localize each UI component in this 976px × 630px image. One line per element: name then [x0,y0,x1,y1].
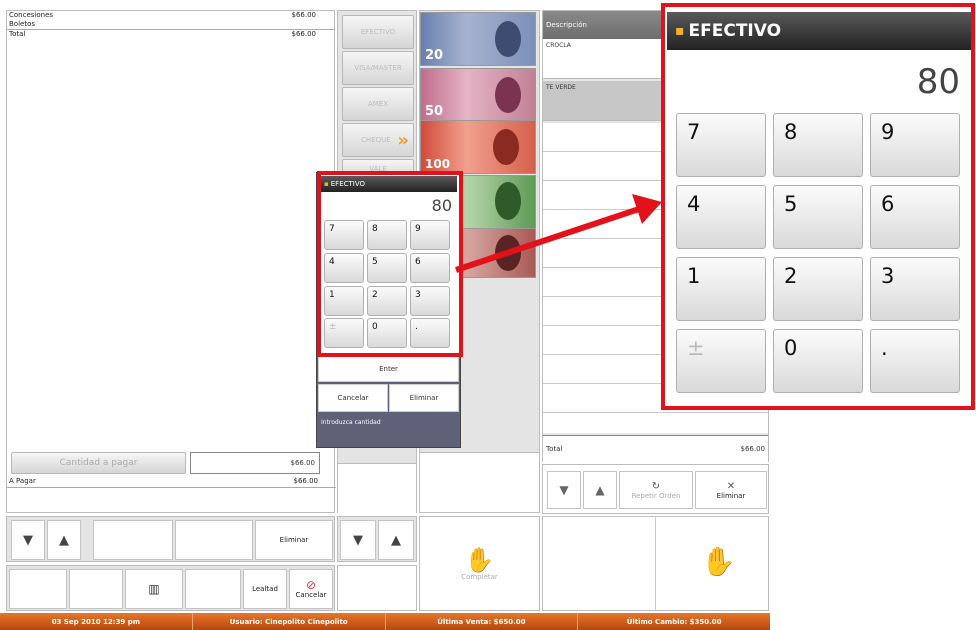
scroll-up-button[interactable]: ▲ [583,471,617,509]
order-total-row: Total $66.00 [543,435,768,462]
small-cancelar-button[interactable]: Cancelar [318,384,388,412]
order-bottom-bar: ✋ [542,516,769,611]
bills-footer [419,452,540,513]
scroll-down-button[interactable]: ▼ [11,520,45,560]
completar-button[interactable]: ✋ Completar [419,516,540,611]
status-last-sale: Última Venta: $650.00 [386,613,579,630]
scroll-up-button[interactable]: ▲ [378,520,414,560]
hands-icon: ✋ [464,545,495,574]
receipt-line: Concesiones $66.00 [9,11,316,19]
hands-icon[interactable]: ✋ [701,545,736,578]
status-last-change: Último Cambio: $350.00 [626,617,722,626]
cancel-icon: ⊘ [305,578,317,592]
blank-button[interactable] [185,569,241,609]
eliminar-button[interactable]: Eliminar [255,520,333,560]
cheque-button[interactable]: CHEQUE » [342,123,414,157]
cantidad-pagar-field[interactable]: $66.00 [190,452,320,474]
left-action-bar: ▥ Lealtad ⊘ Cancelar [6,565,335,611]
bill-100-label: 100 [425,157,451,171]
cantidad-pagar-button[interactable]: Cantidad a pagar [11,452,186,474]
barcode-button[interactable]: ▥ [125,569,183,609]
divider [7,487,336,488]
small-dialog-status: Introduzca cantidad [321,419,381,426]
bill-20-label: 20 [425,48,444,63]
bill-portrait-icon [493,129,519,165]
payment-bottom-blank [337,565,417,611]
bill-50-button[interactable]: 50 [420,68,536,122]
lealtad-button[interactable]: Lealtad [243,569,287,609]
big-dialog-highlight [661,3,975,410]
bill-portrait-icon [495,21,521,57]
order-eliminar-button[interactable]: ✕ Eliminar [695,471,767,509]
enter-button[interactable]: Enter [318,356,459,382]
small-eliminar-button[interactable]: Eliminar [389,384,459,412]
cancelar-button[interactable]: ⊘ Cancelar [289,569,333,609]
repetir-orden-button[interactable]: ↻ Repetir Orden [619,471,693,509]
chevron-right-icon: » [397,129,409,151]
order-nav-bar: ▼ ▲ ↻ Repetir Orden ✕ Eliminar [542,464,769,514]
blank-button[interactable] [9,569,67,609]
payment-nav-bar: ▼ ▲ [337,516,417,562]
divider [655,517,656,610]
small-dialog-highlight [317,171,463,357]
scroll-up-button[interactable]: ▲ [47,520,81,560]
scroll-down-button[interactable]: ▼ [547,471,581,509]
status-bar: 03 Sep 2010 12:39 pm Usuario: Cinepolito… [0,613,770,630]
bill-portrait-icon [495,77,521,113]
left-nav-bar: ▼ ▲ Eliminar [6,516,335,562]
blank-button[interactable] [93,520,173,560]
barcode-icon: ▥ [148,582,160,596]
zoom-arrow-icon [455,194,662,273]
bill-50-label: 50 [425,104,444,119]
close-icon: ✕ [726,480,736,492]
payment-empty-area [338,463,416,513]
repeat-icon: ↻ [651,480,661,492]
cancelar-label: Cancelar [295,591,327,599]
visa-master-button[interactable]: VISA/MASTER [342,51,414,85]
status-datetime: 03 Sep 2010 12:39 pm [0,613,193,630]
status-user: Usuario: Cinepolito Cinepolito [193,613,386,630]
blank-button[interactable] [69,569,123,609]
receipt-line: Boletos [9,20,36,28]
scroll-down-button[interactable]: ▼ [340,520,376,560]
receipt-total-line: Total $66.00 [7,29,334,39]
completar-label: Completar [461,572,498,581]
bill-100-button[interactable]: 100 [420,120,536,174]
amex-button[interactable]: AMEX [342,87,414,121]
efectivo-button[interactable]: EFECTIVO [342,15,414,49]
apagar-line: A Pagar $66.00 [9,477,318,485]
bill-20-button[interactable]: 20 [420,12,536,66]
blank-button[interactable] [175,520,253,560]
receipt-panel: Concesiones $66.00 Boletos Total $66.00 Ca… [6,10,336,513]
